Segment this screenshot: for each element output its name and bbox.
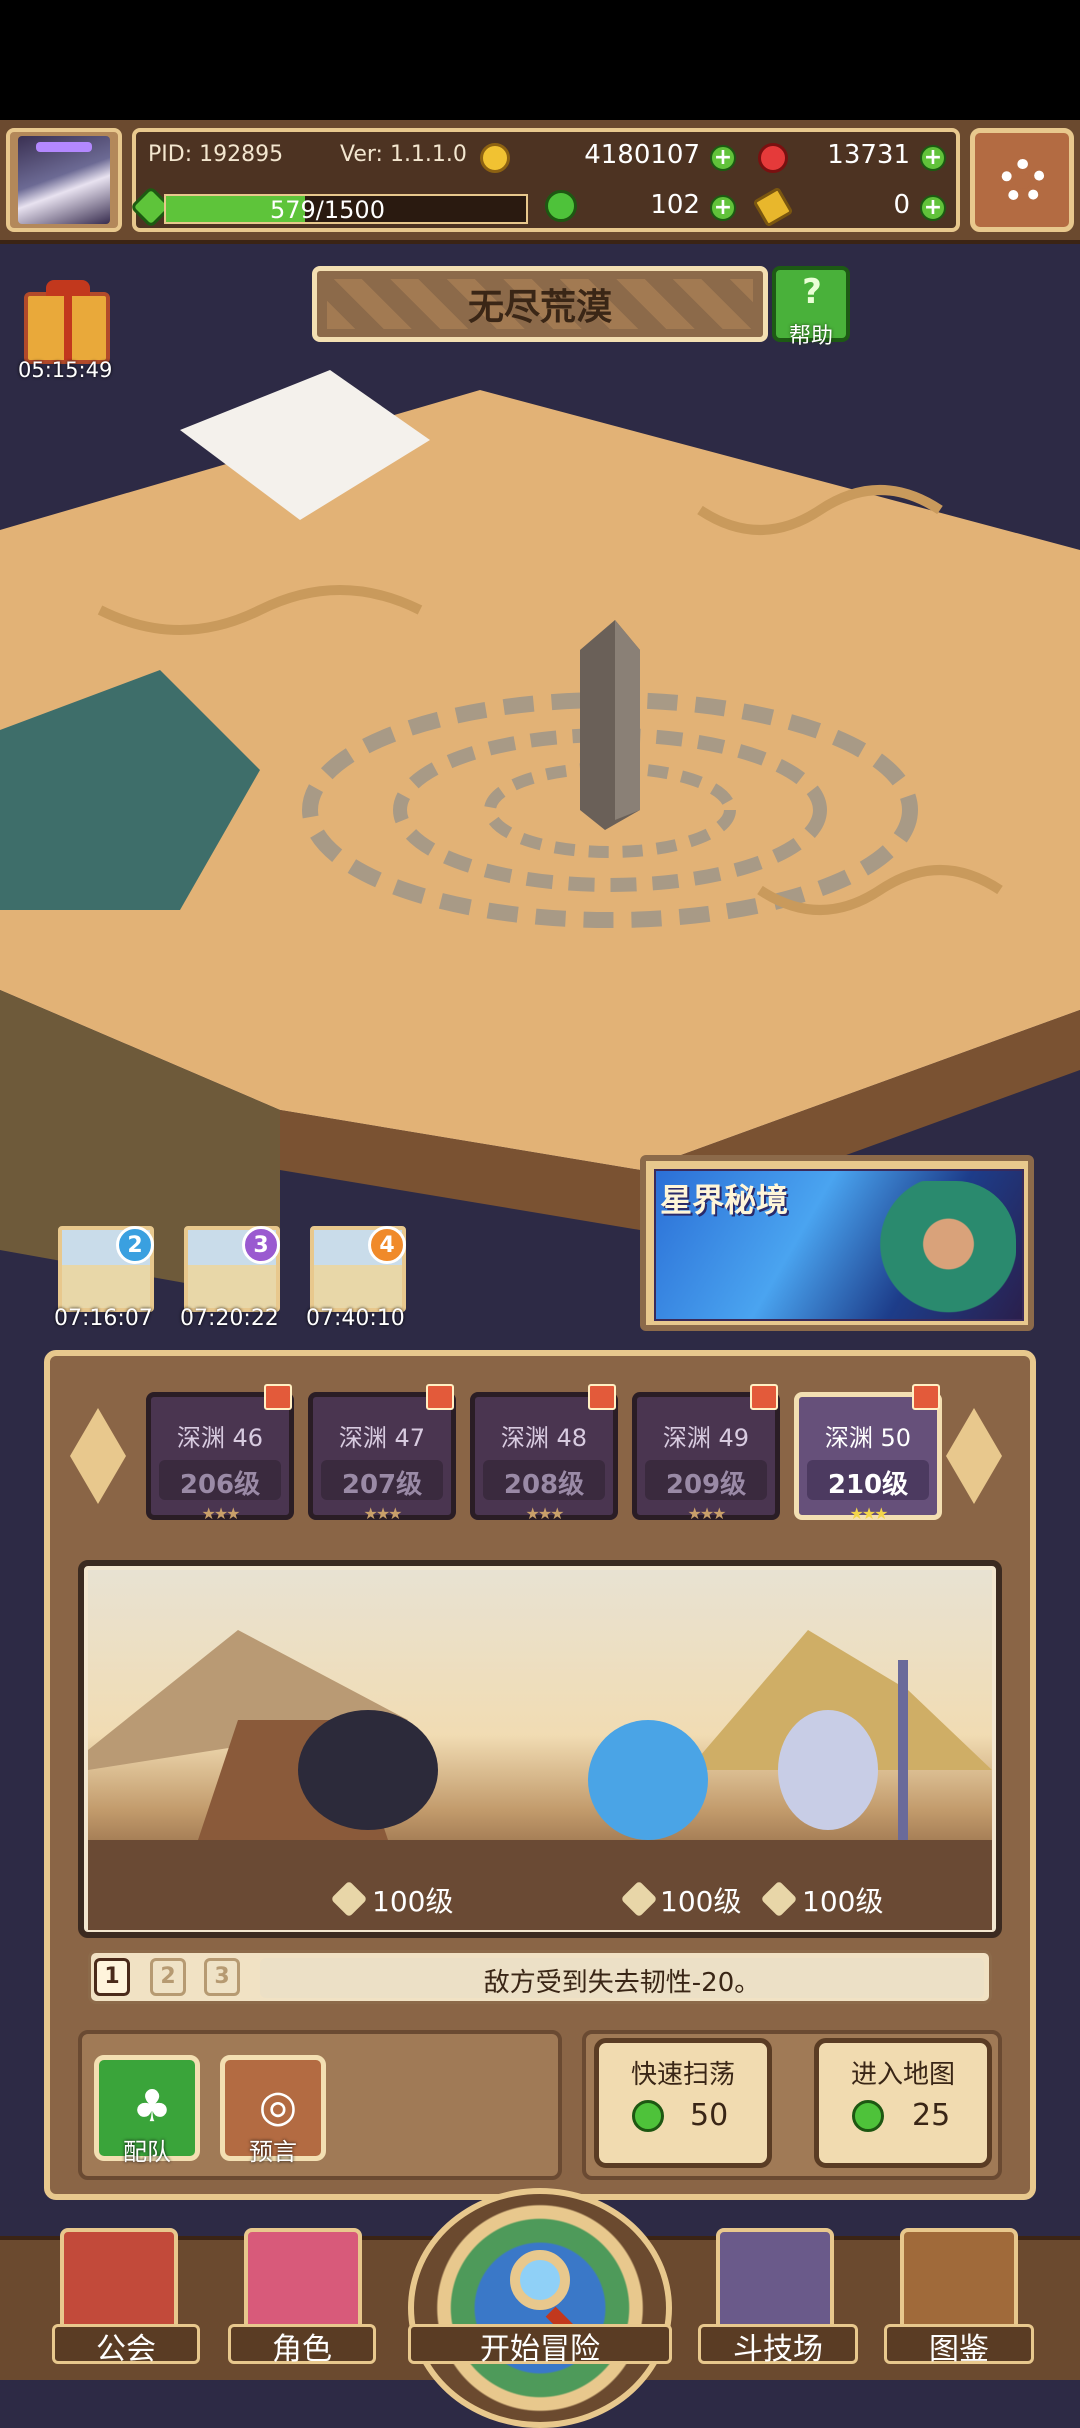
stage-badge: 4 [368,1226,406,1264]
codex-nav-button[interactable] [900,2228,1018,2336]
abyss-star-rating: ★★★ [363,1504,402,1523]
avatar[interactable] [18,136,110,224]
abyss-level-name: 深渊 48 [500,1424,588,1452]
team-icon: ♣ [132,2081,172,2132]
key-amount: 0 [893,190,910,220]
stage-badge: 3 [242,1226,280,1264]
add-key-button[interactable]: + [920,195,946,221]
abyss-required-level: 208级 [503,1470,585,1500]
abyss-required-level: 210级 [827,1470,909,1500]
abyss-star-rating: ★★★ [849,1504,888,1523]
abyss-required-level: 209级 [665,1470,747,1500]
enter-map-cost: 25 [912,2098,951,2133]
codex-label: 图鉴 [929,2332,989,2367]
adventure-label: 开始冒险 [480,2332,600,2367]
guild-label: 公会 [96,2332,156,2367]
stage-timer: 07:20:22 [180,1306,279,1331]
red-gem-icon [758,143,788,173]
battle-preview-scene [88,1570,992,1870]
arena-nav-button[interactable] [716,2228,834,2336]
gold-amount: 4180107 [584,140,700,170]
abyss-level-name: 深渊 46 [176,1424,264,1452]
settings-button[interactable] [970,128,1074,232]
skill-tab-1[interactable]: 1 [94,1958,130,1996]
enter-map-label: 进入地图 [850,2060,955,2090]
party-level: 100级 [660,1885,742,1918]
abyss-reward-gift-icon [750,1384,778,1410]
start-adventure-button[interactable] [408,2188,672,2428]
gem-amount: 13731 [827,140,910,170]
add-gem-button[interactable]: + [920,145,946,171]
abyss-reward-gift-icon [588,1384,616,1410]
clover-cost-icon [632,2100,664,2132]
character-nav-button[interactable] [244,2228,362,2336]
clover-amount: 102 [650,190,700,220]
abyss-star-rating: ★★★ [525,1504,564,1523]
stage-timer: 07:16:07 [54,1306,153,1331]
abyss-level-name: 深渊 50 [824,1424,912,1452]
player-id: PID: 192895 [148,142,284,167]
stage-badge: 2 [116,1226,154,1264]
abyss-required-level: 207级 [341,1470,423,1500]
clover-cost-icon [852,2100,884,2132]
system-status-bar [0,0,1080,120]
party-level: 100级 [802,1885,884,1918]
abyss-star-rating: ★★★ [687,1504,726,1523]
area-title: 无尽荒漠 [467,287,612,328]
team-label: 配队 [123,2138,171,2166]
abyss-star-rating: ★★★ [201,1504,240,1523]
help-question-icon: ? [802,272,822,312]
abyss-required-level: 206级 [179,1470,261,1500]
clover-icon [545,190,577,222]
abyss-reward-gift-icon [264,1384,292,1410]
magnifier-icon [510,2250,570,2310]
skill-tab-2[interactable]: 2 [150,1958,186,1996]
party-level: 100级 [372,1885,454,1918]
arena-label: 斗技场 [733,2332,823,2367]
character-label: 角色 [272,2332,332,2367]
prophecy-icon: ◎ [258,2081,298,2132]
guild-nav-button[interactable] [60,2228,178,2336]
abyss-level-name: 深渊 47 [338,1424,426,1452]
add-gold-button[interactable]: + [710,145,736,171]
quick-sweep-label: 快速扫荡 [630,2060,735,2090]
astral-realm-label: 星界秘境 [660,1181,789,1219]
quick-sweep-cost: 50 [690,2098,729,2133]
gift-timer: 05:15:49 [18,358,113,382]
help-label: 帮助 [788,324,833,349]
abyss-level-name: 深渊 49 [662,1424,750,1452]
skill-text: 敌方受到失去韧性-20。 [483,1968,761,1998]
abyss-reward-gift-icon [912,1384,940,1410]
avatar-crown-icon [36,142,92,152]
game-version: Ver: 1.1.1.0 [340,142,467,167]
gift-box-icon[interactable] [24,280,110,364]
skill-tab-3[interactable]: 3 [204,1958,240,1996]
gold-coin-icon [480,143,510,173]
stage-timer: 07:40:10 [306,1306,405,1331]
prophecy-label: 预言 [249,2138,297,2166]
energy-text: 579/1500 [270,196,385,224]
abyss-reward-gift-icon [426,1384,454,1410]
add-clover-button[interactable]: + [710,195,736,221]
